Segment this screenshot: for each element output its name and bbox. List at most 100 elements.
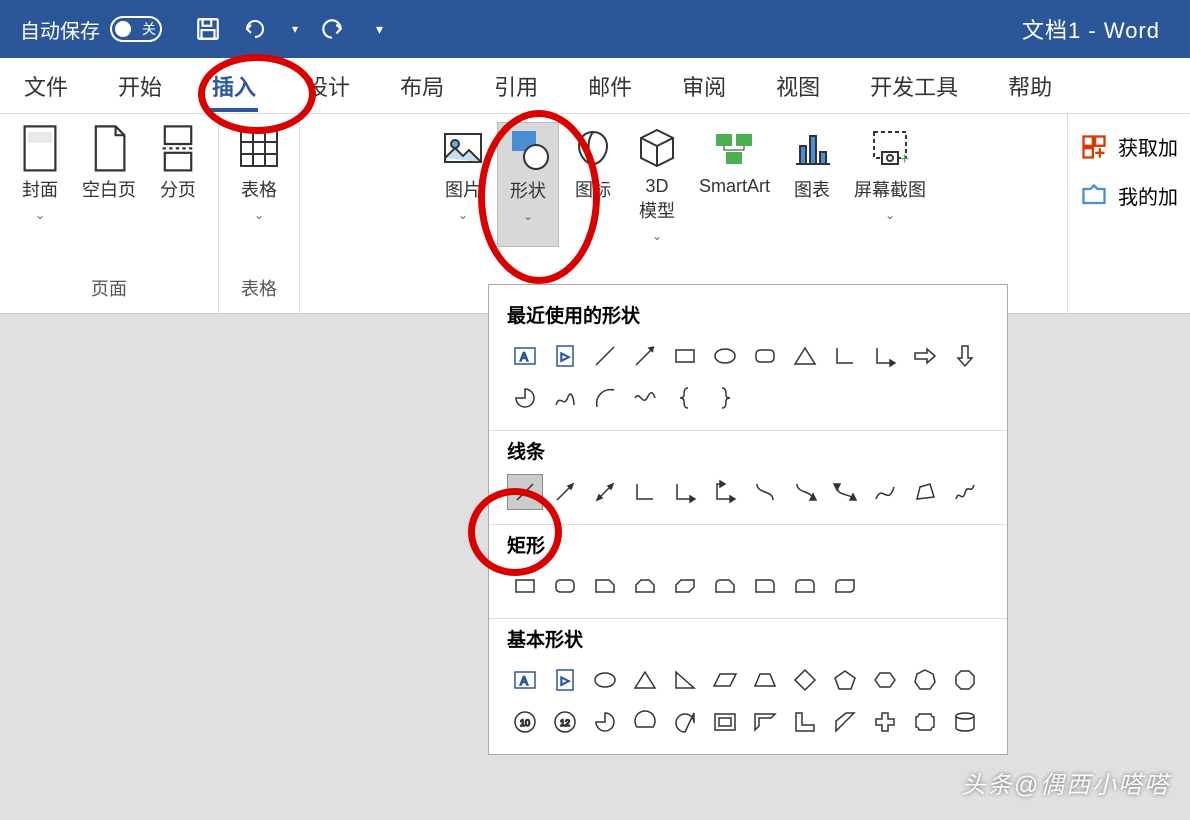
tab-help[interactable]: 帮助 <box>1002 66 1058 106</box>
shape-frame[interactable] <box>707 704 743 740</box>
shape-rect-snip-round[interactable] <box>707 568 743 604</box>
shape-line-double-arrow[interactable] <box>587 474 623 510</box>
shape-rounded-rect[interactable] <box>747 338 783 374</box>
shape-elbow-arrow[interactable] <box>667 474 703 510</box>
page-break-button[interactable]: 分页 <box>148 122 208 226</box>
shape-curve-double-arrow[interactable] <box>827 474 863 510</box>
shape-scribble[interactable] <box>947 474 983 510</box>
shape-chord[interactable] <box>627 704 663 740</box>
shape-rect-round2-same[interactable] <box>787 568 823 604</box>
shape-oval[interactable] <box>707 338 743 374</box>
shape-elbow-connector[interactable] <box>627 474 663 510</box>
shape-l-connector[interactable] <box>827 338 863 374</box>
shape-curve-arrow[interactable] <box>787 474 823 510</box>
pictures-button[interactable]: 图片 ⌄ <box>433 122 493 247</box>
shape-curve[interactable] <box>867 474 903 510</box>
shape-textbox-vertical[interactable]: ▷ <box>547 338 583 374</box>
shape-half-frame[interactable] <box>747 704 783 740</box>
shape-right-triangle[interactable] <box>667 662 703 698</box>
pictures-label: 图片 <box>445 176 481 202</box>
tab-developer[interactable]: 开发工具 <box>864 66 964 106</box>
svg-text:12: 12 <box>560 718 570 728</box>
document-title: 文档1 - Word <box>383 13 1170 45</box>
shape-l-arrow[interactable] <box>867 338 903 374</box>
shape-right-arrow[interactable] <box>907 338 943 374</box>
tab-home[interactable]: 开始 <box>112 66 168 106</box>
tab-mailings[interactable]: 邮件 <box>582 66 638 106</box>
blank-page-button[interactable]: 空白页 <box>74 122 144 226</box>
shape-rect-snip2[interactable] <box>627 568 663 604</box>
shape-octagon[interactable] <box>947 662 983 698</box>
qat-customize[interactable]: ▾ <box>376 21 383 38</box>
redo-button[interactable] <box>316 13 348 45</box>
my-addins-button[interactable]: 我的加 <box>1080 181 1178 210</box>
shape-scribble[interactable] <box>547 380 583 416</box>
smartart-button[interactable]: SmartArt <box>691 122 778 247</box>
toggle-switch[interactable]: 关 <box>110 16 162 42</box>
shape-plaque[interactable] <box>907 704 943 740</box>
shape-textbox-v[interactable]: ▷ <box>547 662 583 698</box>
shape-brace-left[interactable] <box>667 380 703 416</box>
save-button[interactable] <box>192 13 224 45</box>
shape-elbow-double-arrow[interactable] <box>707 474 743 510</box>
shape-arc[interactable] <box>587 380 623 416</box>
autosave-toggle[interactable]: 自动保存 关 <box>20 15 162 44</box>
shape-can[interactable] <box>947 704 983 740</box>
shape-triangle[interactable] <box>627 662 663 698</box>
shape-pie[interactable] <box>507 380 543 416</box>
tab-view[interactable]: 视图 <box>770 66 826 106</box>
tab-references[interactable]: 引用 <box>488 66 544 106</box>
tab-layout[interactable]: 布局 <box>394 66 450 106</box>
shape-line[interactable] <box>507 474 543 510</box>
shape-l-shape[interactable] <box>787 704 823 740</box>
shape-line-arrow[interactable] <box>627 338 663 374</box>
basic-shapes-title: 基本形状 <box>507 625 989 652</box>
undo-dropdown[interactable]: ▾ <box>292 22 298 36</box>
shape-brace-right[interactable] <box>707 380 743 416</box>
shape-wave[interactable] <box>627 380 663 416</box>
shape-oval[interactable] <box>587 662 623 698</box>
shape-pie[interactable] <box>587 704 623 740</box>
shape-textbox[interactable]: A <box>507 662 543 698</box>
screenshot-button[interactable]: + 屏幕截图 ⌄ <box>846 122 934 247</box>
shape-pentagon[interactable] <box>827 662 863 698</box>
shape-diamond[interactable] <box>787 662 823 698</box>
shape-rect-snip-diag[interactable] <box>667 568 703 604</box>
shape-rect-round1[interactable] <box>747 568 783 604</box>
shape-rect-snip1[interactable] <box>587 568 623 604</box>
table-button[interactable]: 表格 ⌄ <box>229 122 289 226</box>
shape-diag-stripe[interactable] <box>827 704 863 740</box>
shape-line-arrow[interactable] <box>547 474 583 510</box>
shape-parallelogram[interactable] <box>707 662 743 698</box>
shape-textbox[interactable]: A <box>507 338 543 374</box>
chart-button[interactable]: 图表 <box>782 122 842 247</box>
undo-button[interactable] <box>242 13 274 45</box>
3d-models-button[interactable]: 3D 模型 ⌄ <box>627 122 687 247</box>
shape-plus[interactable] <box>867 704 903 740</box>
icons-button[interactable]: 图标 <box>563 122 623 247</box>
shape-rect-rounded[interactable] <box>547 568 583 604</box>
shape-teardrop[interactable] <box>667 704 703 740</box>
shape-decagon[interactable]: 10 <box>507 704 543 740</box>
3d-models-label: 3D 模型 <box>639 176 675 223</box>
shape-rect[interactable] <box>507 568 543 604</box>
page-break-label: 分页 <box>160 176 196 202</box>
shape-hexagon[interactable] <box>867 662 903 698</box>
shape-line[interactable] <box>587 338 623 374</box>
shape-freeform[interactable] <box>907 474 943 510</box>
shape-rect-round2-diag[interactable] <box>827 568 863 604</box>
shape-down-arrow[interactable] <box>947 338 983 374</box>
shape-heptagon[interactable] <box>907 662 943 698</box>
tab-review[interactable]: 审阅 <box>676 66 732 106</box>
shape-curve-connector[interactable] <box>747 474 783 510</box>
shape-triangle[interactable] <box>787 338 823 374</box>
get-addins-button[interactable]: 获取加 <box>1080 132 1178 161</box>
tab-insert[interactable]: 插入 <box>206 66 262 106</box>
tab-file[interactable]: 文件 <box>18 66 74 106</box>
tab-design[interactable]: 设计 <box>300 66 356 106</box>
cover-page-button[interactable]: 封面 ⌄ <box>10 122 70 226</box>
shape-rectangle[interactable] <box>667 338 703 374</box>
shape-trapezoid[interactable] <box>747 662 783 698</box>
shape-dodecagon[interactable]: 12 <box>547 704 583 740</box>
shapes-button[interactable]: 形状 ⌄ <box>497 122 559 247</box>
